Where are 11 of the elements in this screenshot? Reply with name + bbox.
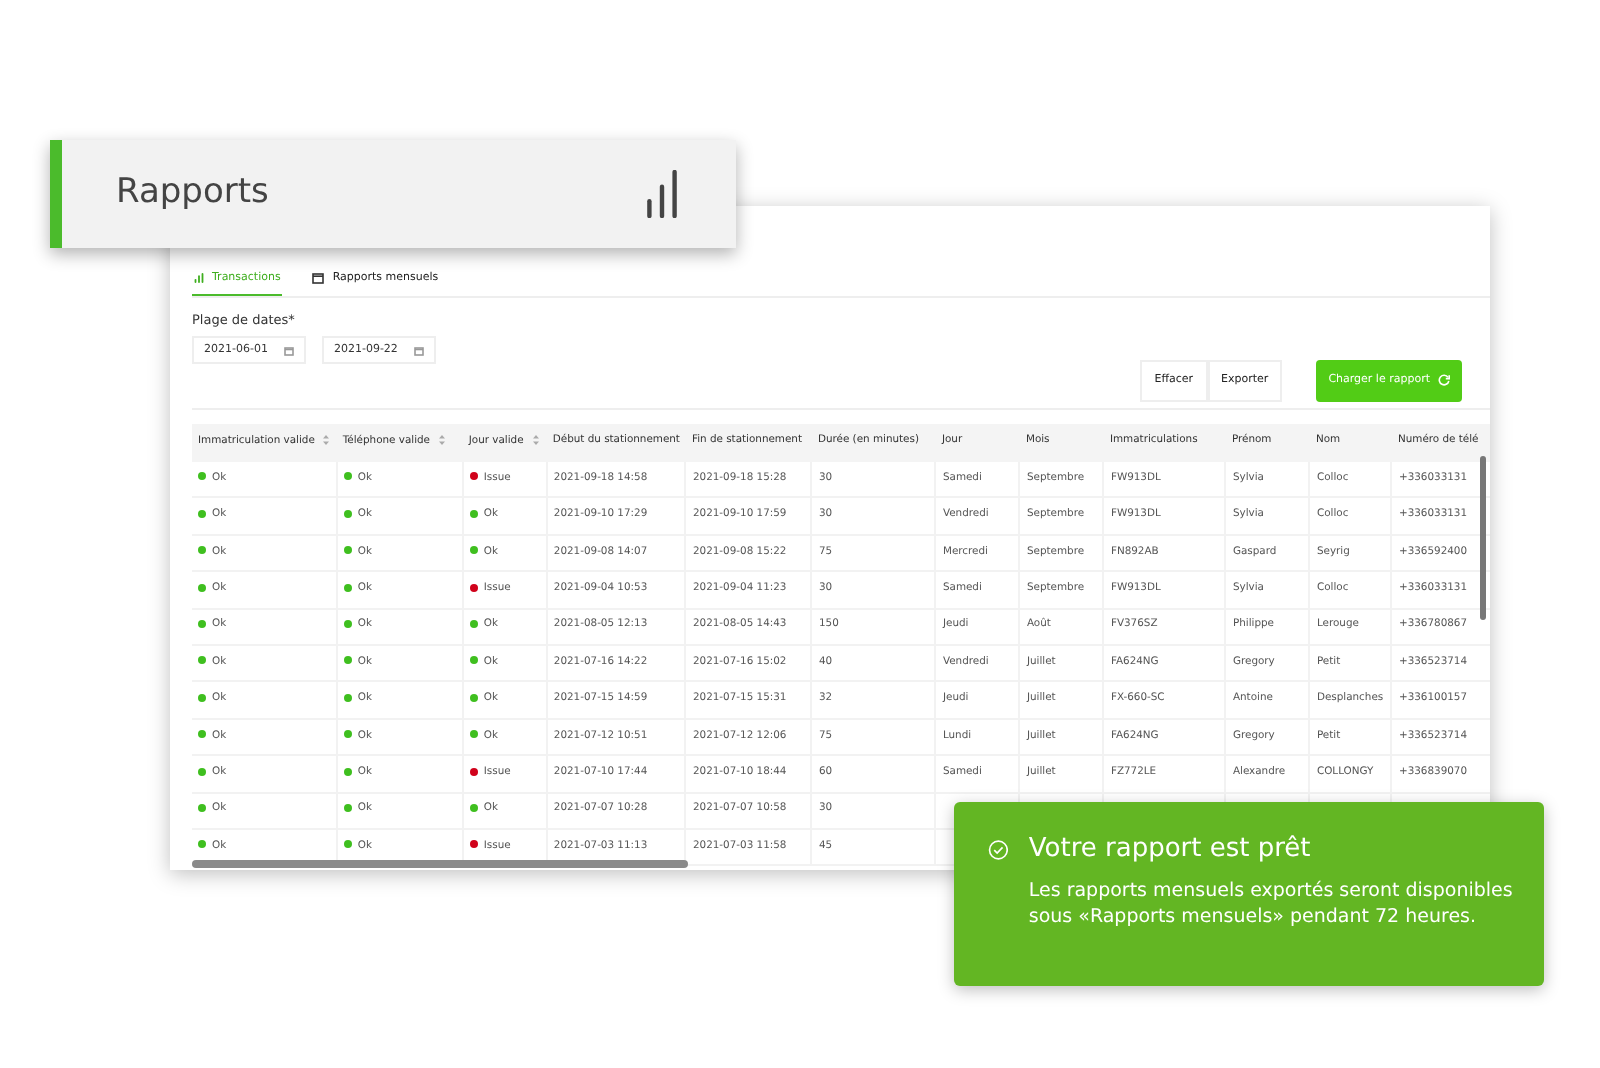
horizontal-scrollbar[interactable] bbox=[192, 860, 688, 868]
refresh-icon bbox=[1438, 374, 1450, 387]
calendar-icon bbox=[283, 345, 294, 356]
vertical-scrollbar[interactable] bbox=[1480, 456, 1486, 620]
bar-chart-icon bbox=[194, 272, 204, 285]
calendar-icon bbox=[312, 272, 325, 285]
calendar-icon bbox=[413, 345, 424, 356]
page-title: Rapports bbox=[116, 170, 269, 217]
toast-message: Les rapports mensuels exportés seront disponibles sous «Rapports mensuels» pendant 72 heures. bbox=[1028, 877, 1515, 931]
bar-chart-icon bbox=[644, 170, 680, 218]
toast-title: Votre rapport est prêt bbox=[1028, 832, 1313, 868]
